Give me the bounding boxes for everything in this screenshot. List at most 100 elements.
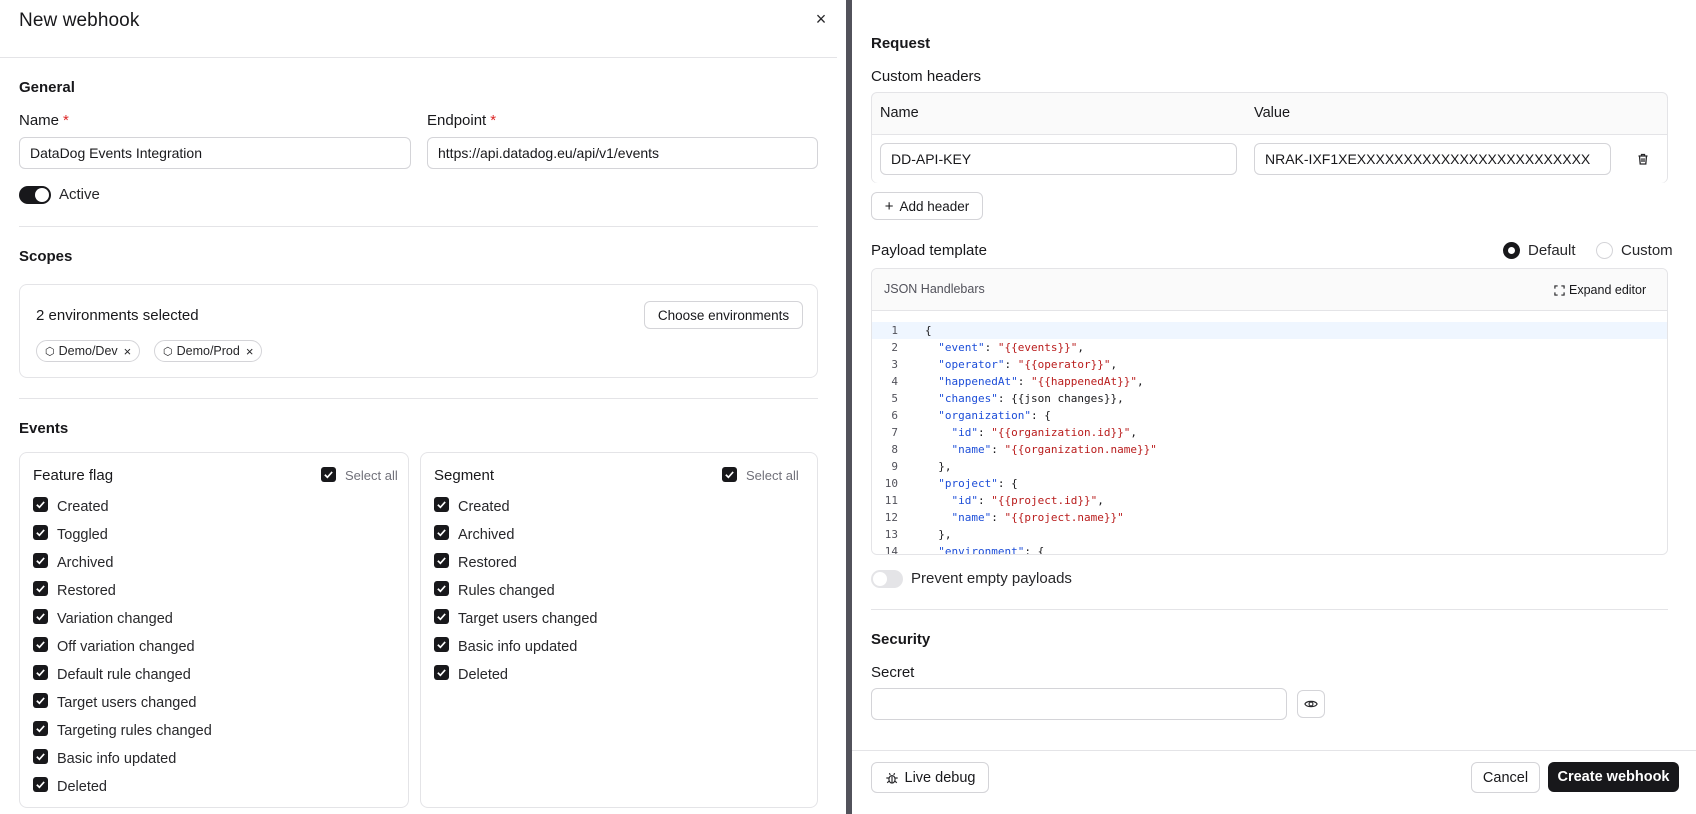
line-number: 5	[891, 392, 898, 405]
event-checkbox[interactable]	[33, 721, 48, 736]
event-checkbox[interactable]	[434, 497, 449, 512]
event-label: Archived	[57, 555, 114, 571]
event-label: Created	[57, 499, 109, 515]
event-checkbox[interactable]	[434, 637, 449, 652]
event-checkbox[interactable]	[33, 609, 48, 624]
event-checkbox[interactable]	[33, 497, 48, 512]
event-checkbox[interactable]	[33, 665, 48, 680]
show-secret-button[interactable]	[1297, 690, 1325, 718]
code-text: },	[925, 460, 952, 473]
secret-input[interactable]	[871, 688, 1287, 720]
code-text: "name": "{{organization.name}}"	[951, 443, 1157, 456]
event-label: Target users changed	[57, 695, 197, 711]
code-text: "id": "{{project.id}}",	[951, 494, 1104, 507]
close-icon[interactable]: ×	[812, 10, 830, 28]
endpoint-input[interactable]	[427, 137, 818, 169]
prevent-empty-payloads-toggle[interactable]	[871, 570, 903, 588]
header-name-input[interactable]	[880, 143, 1237, 175]
code-line: 1{	[872, 322, 1667, 339]
event-checkbox[interactable]	[434, 581, 449, 596]
cube-icon: ⬡	[45, 345, 55, 358]
code-text: },	[925, 528, 952, 541]
active-label: Active	[59, 186, 100, 203]
select-all-label: Select all	[345, 468, 398, 483]
required-mark: *	[63, 112, 69, 129]
add-header-button[interactable]: + Add header	[871, 192, 983, 220]
event-label: Deleted	[458, 667, 508, 683]
feature-flag-events-card: Feature flag Select all Created Toggled Ar…	[19, 452, 409, 808]
cube-icon: ⬡	[163, 345, 173, 358]
request-config-panel: Request Custom headers Name Value + Add …	[852, 0, 1696, 814]
code-text: "name": "{{project.name}}"	[951, 511, 1124, 524]
radio-default[interactable]	[1503, 242, 1520, 259]
create-webhook-button[interactable]: Create webhook	[1548, 762, 1679, 792]
event-checkbox[interactable]	[33, 693, 48, 708]
code-line: 8 "name": "{{organization.name}}"	[872, 441, 1667, 458]
environment-chip: ⬡ Demo/Dev ×	[36, 340, 141, 362]
event-label: Deleted	[57, 779, 107, 795]
bug-icon	[885, 772, 898, 784]
event-checkbox[interactable]	[434, 525, 449, 540]
select-all-checkbox[interactable]	[722, 467, 737, 482]
scopes-card: 2 environments selected Choose environme…	[19, 284, 818, 378]
table-header-row: Name Value	[872, 93, 1667, 135]
editor-toolbar: JSON Handlebars Expand editor	[872, 269, 1667, 311]
live-debug-button[interactable]: Live debug	[871, 762, 989, 793]
code-text: "id": "{{organization.id}}",	[951, 426, 1137, 439]
remove-chip-icon[interactable]: ×	[124, 344, 132, 359]
event-checkbox[interactable]	[434, 553, 449, 568]
section-title-scopes: Scopes	[19, 248, 73, 265]
name-input[interactable]	[19, 137, 411, 169]
radio-custom[interactable]	[1596, 242, 1613, 259]
event-checkbox[interactable]	[33, 749, 48, 764]
code-area[interactable]: 14 "environment": {13 }, 12 "name": "{{pr…	[872, 311, 1667, 555]
event-label: Off variation changed	[57, 639, 195, 655]
custom-headers-label: Custom headers	[871, 68, 982, 85]
event-label: Variation changed	[57, 611, 173, 627]
column-header-name: Name	[880, 105, 919, 121]
event-checkbox[interactable]	[33, 581, 48, 596]
environment-chip: ⬡ Demo/Prod ×	[154, 340, 263, 362]
radio-default-label: Default	[1528, 242, 1576, 259]
section-divider	[19, 398, 818, 399]
event-label: Archived	[458, 527, 515, 543]
panel-title: New webhook	[19, 10, 140, 31]
line-number: 3	[891, 358, 898, 371]
section-divider	[871, 609, 1668, 610]
expand-editor-button[interactable]: Expand editor	[1554, 280, 1646, 300]
radio-custom-label: Custom	[1621, 242, 1673, 259]
line-number: 14	[884, 545, 898, 555]
event-checkbox[interactable]	[434, 609, 449, 624]
webhook-form-panel: New webhook × General Name* Endpoint* Ac…	[0, 0, 837, 814]
event-checkbox[interactable]	[33, 637, 48, 652]
event-checkbox[interactable]	[434, 665, 449, 680]
event-checkbox[interactable]	[33, 777, 48, 792]
line-number: 1	[891, 324, 898, 337]
editor-language-label: JSON Handlebars	[884, 282, 985, 296]
trash-icon[interactable]	[1636, 152, 1650, 166]
code-text: "happenedAt": "{{happenedAt}}",	[938, 375, 1144, 388]
event-label: Restored	[458, 555, 517, 571]
payload-template-label: Payload template	[871, 242, 987, 259]
payload-editor: JSON Handlebars Expand editor 14 "enviro…	[871, 268, 1668, 555]
line-number: 11	[884, 494, 898, 507]
event-checkbox[interactable]	[33, 553, 48, 568]
cancel-button[interactable]: Cancel	[1471, 762, 1540, 793]
select-all-checkbox[interactable]	[321, 467, 336, 482]
header-value-input[interactable]	[1254, 143, 1611, 175]
choose-environments-button[interactable]: Choose environments	[644, 301, 803, 329]
event-label: Target users changed	[458, 611, 598, 627]
code-line: 12 "name": "{{project.name}}"	[872, 509, 1667, 526]
remove-chip-icon[interactable]: ×	[246, 344, 254, 359]
active-toggle[interactable]	[19, 186, 51, 204]
event-checkbox[interactable]	[33, 525, 48, 540]
event-label: Rules changed	[458, 583, 555, 599]
code-line: 4 "happenedAt": "{{happenedAt}}",	[872, 373, 1667, 390]
required-mark: *	[490, 112, 497, 129]
code-line: 7 "id": "{{organization.id}}",	[872, 424, 1667, 441]
event-label: Default rule changed	[57, 667, 191, 683]
line-number: 12	[884, 511, 898, 524]
expand-icon	[1554, 284, 1565, 296]
eye-icon	[1304, 700, 1318, 708]
line-number: 6	[891, 409, 898, 422]
